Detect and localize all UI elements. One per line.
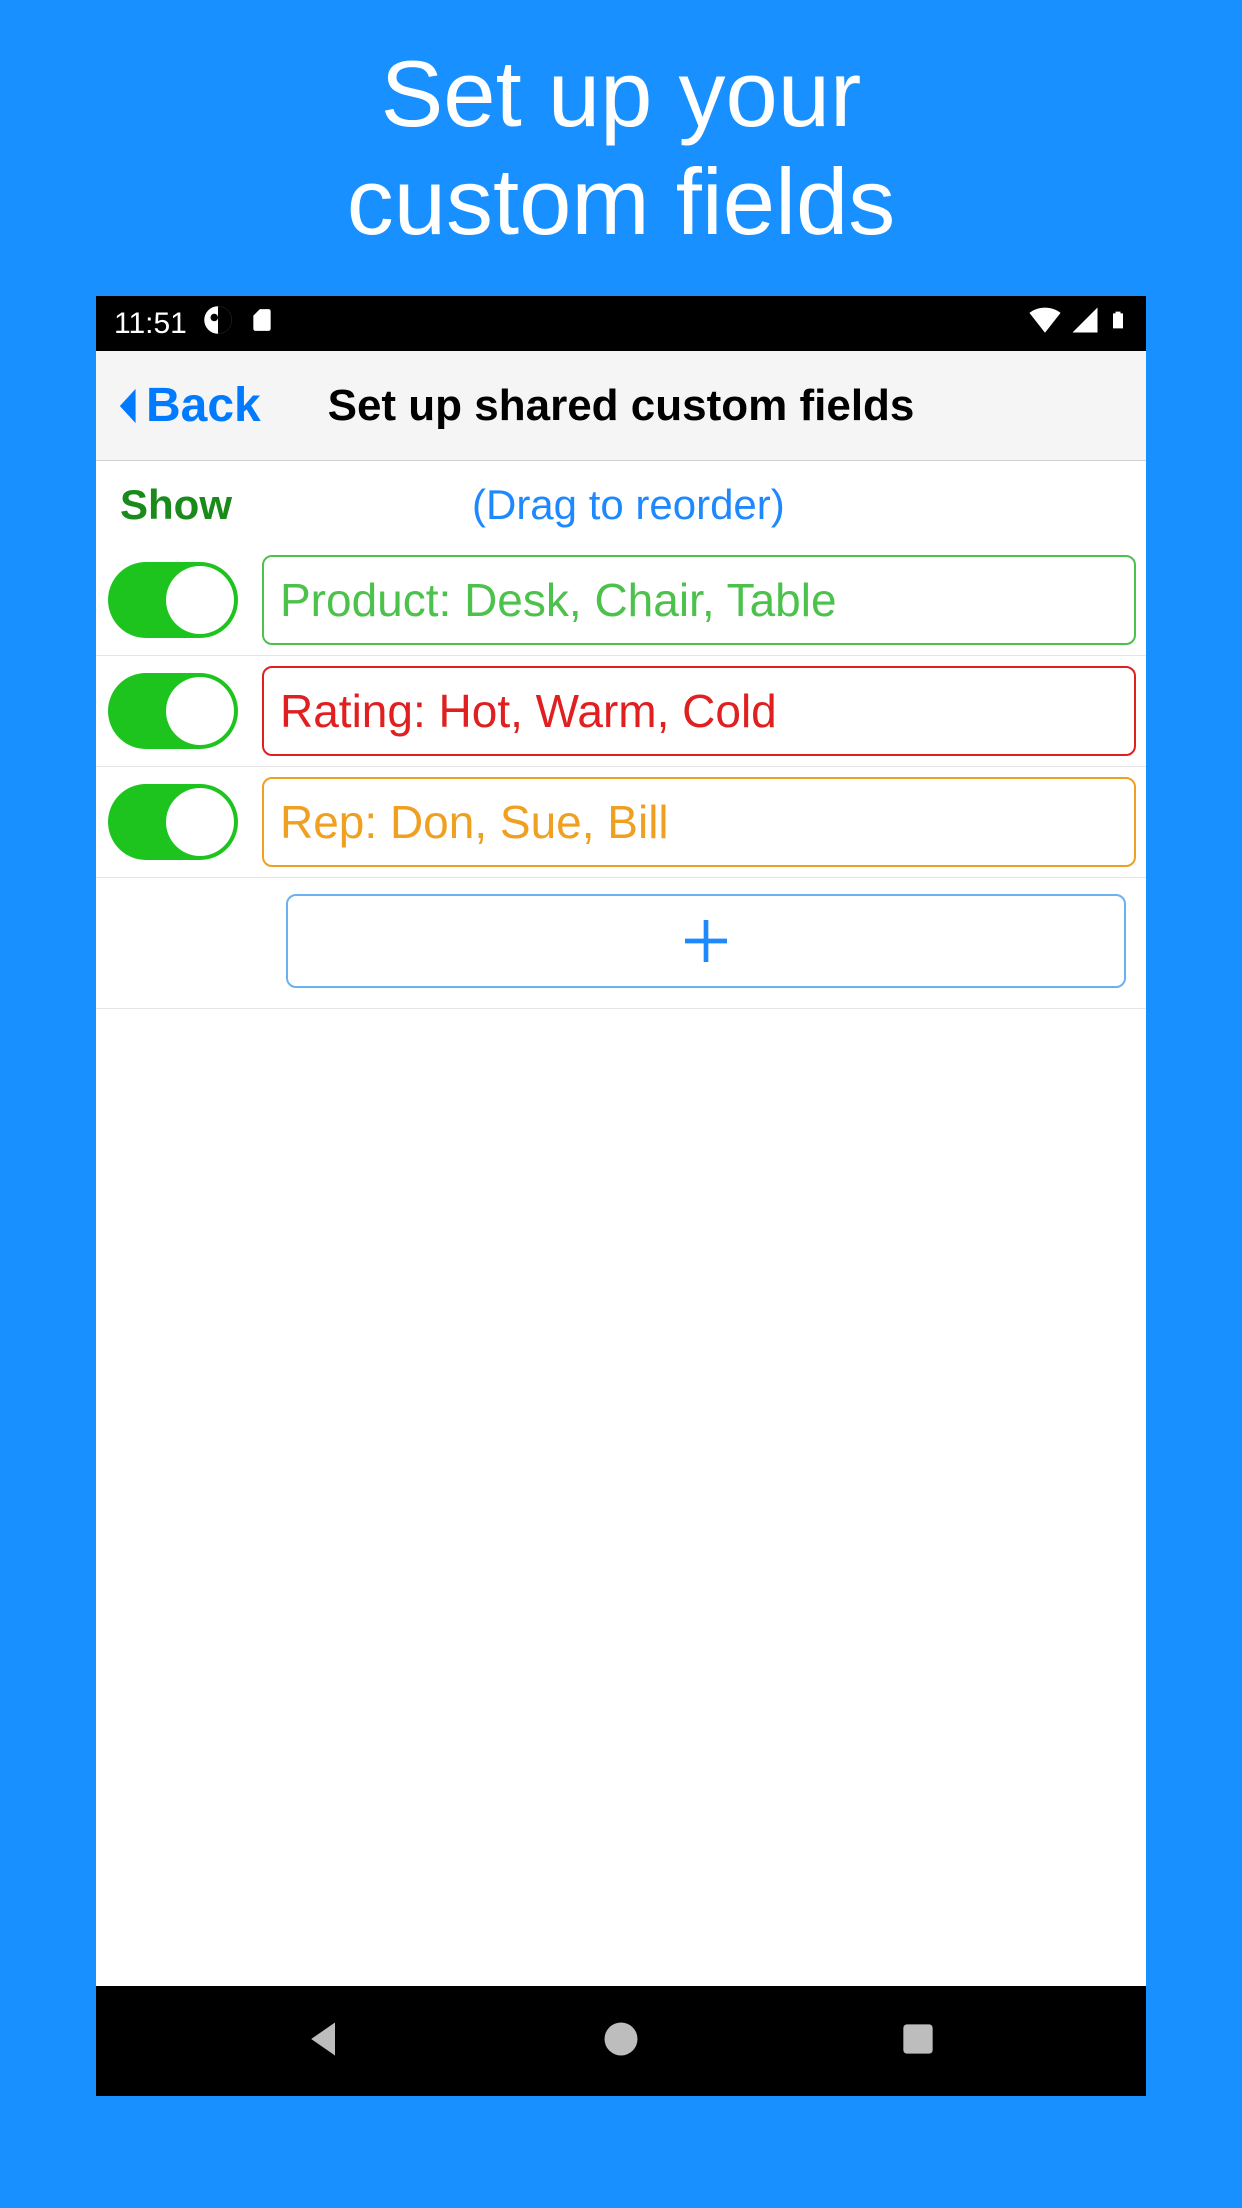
toggle-knob [166,788,234,856]
show-toggle[interactable] [108,673,238,749]
field-row[interactable]: Product: Desk, Chair, Table [96,545,1146,656]
app-body: Show (Drag to reorder) Product: Desk, Ch… [96,461,1146,1986]
toggle-knob [166,566,234,634]
back-label: Back [146,378,261,433]
field-input[interactable]: Rep: Don, Sue, Bill [262,777,1136,867]
promo-line-1: Set up your [347,40,896,148]
field-row[interactable]: Rating: Hot, Warm, Cold [96,656,1146,767]
show-column-label: Show [120,481,232,529]
status-time: 11:51 [114,307,187,341]
nav-back-icon[interactable] [302,2017,346,2066]
plus-icon [678,913,734,969]
nav-recent-icon[interactable] [896,2017,940,2066]
show-toggle[interactable] [108,784,238,860]
list-sub-header: Show (Drag to reorder) [96,461,1146,545]
promo-line-2: custom fields [347,148,896,256]
field-input[interactable]: Product: Desk, Chair, Table [262,555,1136,645]
battery-icon [1108,305,1128,343]
field-text: Rep: Don, Sue, Bill [280,795,669,849]
add-field-button[interactable] [286,894,1126,988]
drag-hint: (Drag to reorder) [472,481,785,529]
field-row[interactable]: Rep: Don, Sue, Bill [96,767,1146,878]
system-nav-bar [96,1986,1146,2096]
nav-home-icon[interactable] [599,2017,643,2066]
status-left: 11:51 [114,305,1028,343]
field-text: Rating: Hot, Warm, Cold [280,684,777,738]
phone-frame: 11:51 Back Set up shared custom fiel [96,296,1146,2096]
field-input[interactable]: Rating: Hot, Warm, Cold [262,666,1136,756]
chevron-left-icon [114,386,140,426]
signal-icon [1070,305,1100,343]
status-bar: 11:51 [96,296,1146,351]
sd-card-icon [249,307,275,341]
toggle-knob [166,677,234,745]
status-right [1028,303,1128,345]
promo-title: Set up your custom fields [347,40,896,256]
add-row [96,878,1146,1009]
app-icon [203,305,233,343]
field-text: Product: Desk, Chair, Table [280,573,837,627]
wifi-icon [1028,303,1062,345]
show-toggle[interactable] [108,562,238,638]
back-button[interactable]: Back [96,378,261,433]
app-header: Back Set up shared custom fields [96,351,1146,461]
